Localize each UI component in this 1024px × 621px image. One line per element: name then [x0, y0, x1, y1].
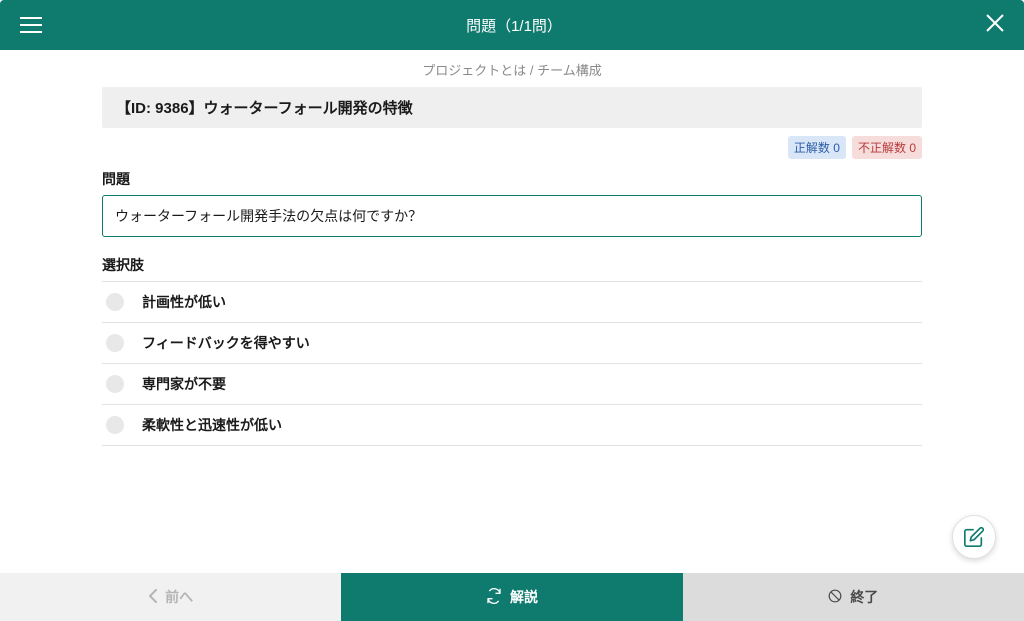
- close-icon[interactable]: [986, 14, 1004, 36]
- choice-label: 専門家が不要: [142, 374, 226, 394]
- breadcrumb: プロジェクトとは / チーム構成: [0, 50, 1024, 87]
- choice-label: 柔軟性と迅速性が低い: [142, 415, 282, 435]
- content-area: プロジェクトとは / チーム構成 【ID: 9386】ウォーターフォール開発の特…: [0, 50, 1024, 573]
- prev-label: 前へ: [165, 587, 193, 607]
- choice-label: フィードバックを得やすい: [142, 333, 310, 353]
- incorrect-label: 不正解数: [858, 141, 906, 155]
- prev-button[interactable]: 前へ: [0, 573, 341, 621]
- choice-item[interactable]: フィードバックを得やすい: [102, 323, 922, 364]
- refresh-icon: [486, 588, 502, 607]
- finish-label: 終了: [850, 587, 878, 607]
- radio-icon: [106, 293, 124, 311]
- radio-icon: [106, 375, 124, 393]
- incorrect-count: 0: [909, 141, 916, 155]
- finish-button[interactable]: 終了: [683, 573, 1024, 621]
- choice-item[interactable]: 柔軟性と迅速性が低い: [102, 405, 922, 446]
- choices-section-label: 選択肢: [102, 255, 922, 275]
- explain-button[interactable]: 解説: [341, 573, 682, 621]
- choices-list: 計画性が低い フィードバックを得やすい 専門家が不要 柔軟性と迅速性が低い: [102, 281, 922, 446]
- radio-icon: [106, 416, 124, 434]
- correct-count: 0: [833, 141, 840, 155]
- menu-icon[interactable]: [20, 16, 42, 34]
- app-header: 問題（1/1問）: [0, 0, 1024, 50]
- page-title: 問題（1/1問）: [466, 15, 562, 36]
- chevron-left-icon: [148, 589, 157, 606]
- correct-label: 正解数: [794, 141, 830, 155]
- question-title: 【ID: 9386】ウォーターフォール開発の特徴: [102, 87, 922, 128]
- question-text: ウォーターフォール開発手法の欠点は何ですか？: [102, 195, 922, 237]
- explain-label: 解説: [510, 587, 538, 607]
- choice-item[interactable]: 専門家が不要: [102, 364, 922, 405]
- choice-item[interactable]: 計画性が低い: [102, 281, 922, 323]
- question-section-label: 問題: [102, 169, 922, 189]
- edit-fab[interactable]: [952, 515, 996, 559]
- score-badges: 正解数 0 不正解数 0: [102, 128, 922, 169]
- incorrect-count-badge: 不正解数 0: [852, 136, 922, 159]
- stop-icon: [828, 589, 842, 606]
- choice-label: 計画性が低い: [142, 292, 226, 312]
- correct-count-badge: 正解数 0: [788, 136, 846, 159]
- main-panel: 【ID: 9386】ウォーターフォール開発の特徴 正解数 0 不正解数 0 問題…: [102, 87, 922, 446]
- radio-icon: [106, 334, 124, 352]
- footer-nav: 前へ 解説 終了: [0, 573, 1024, 621]
